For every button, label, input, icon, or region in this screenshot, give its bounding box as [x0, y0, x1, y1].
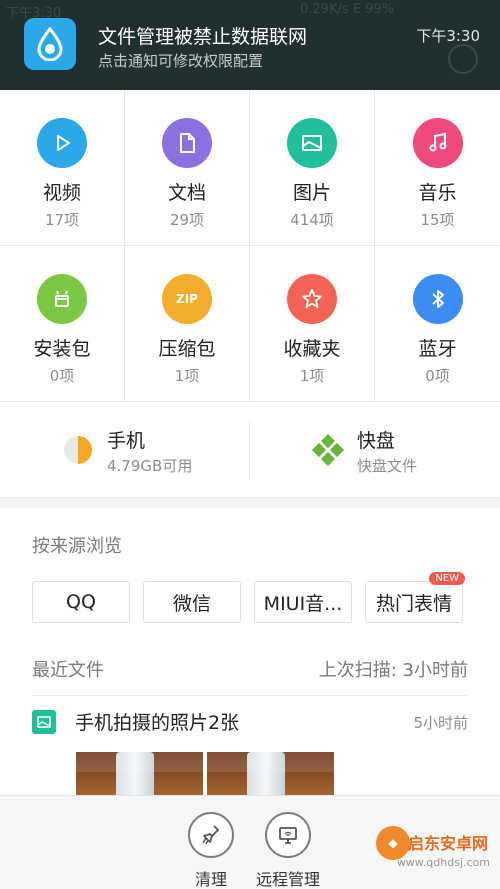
watermark-name: 启东安卓网	[407, 834, 488, 853]
recent-item-time: 5小时前	[413, 714, 468, 732]
storage-kuaipan-name: 快盘	[357, 430, 396, 452]
category-count: 414项	[290, 211, 334, 229]
source-chip-hot-emoji[interactable]: 热门表情 NEW	[365, 572, 465, 623]
watermark-url: www.qdhdsj.com	[396, 856, 490, 869]
category-count: 15项	[420, 211, 455, 229]
bottom-bar: 清理 远程管理 ◆ 启东安卓网 www.qdhdsj.com	[0, 795, 500, 889]
category-favorites[interactable]: 收藏夹 1项	[250, 246, 375, 402]
notification-time: 下午3:30	[416, 27, 480, 45]
search-icon	[448, 44, 478, 74]
category-video[interactable]: 视频 17项	[0, 90, 125, 246]
category-image[interactable]: 图片 414项	[250, 90, 375, 246]
document-icon	[162, 118, 212, 168]
zip-icon-text: ZIP	[176, 292, 198, 306]
remote-manage-button[interactable]: 远程管理	[248, 812, 328, 889]
clean-label: 清理	[194, 870, 227, 889]
category-count: 1项	[299, 367, 325, 385]
recent-header: 最近文件 上次扫描: 3小时前	[32, 656, 468, 696]
chip-label: 热门表情	[375, 592, 452, 615]
play-icon	[37, 118, 87, 168]
music-icon	[412, 118, 463, 168]
category-label: 收藏夹	[283, 338, 341, 360]
star-icon	[287, 274, 337, 324]
watermark-logo: ◆	[376, 826, 410, 860]
category-count: 1项	[174, 367, 200, 385]
storage-kuaipan-sub: 快盘文件	[357, 457, 418, 475]
source-title: 按来源浏览	[32, 536, 122, 557]
remote-manage-label: 远程管理	[255, 870, 320, 889]
source-chip-qq[interactable]: QQ	[32, 581, 130, 623]
storage-row: 手机 4.79GB可用 快盘 快盘文件	[0, 402, 500, 498]
category-document[interactable]: 文档 29项	[125, 90, 250, 246]
category-music[interactable]: 音乐 15项	[375, 90, 500, 246]
remote-monitor-icon	[265, 812, 311, 858]
notification-subtitle: 点击通知可修改权限配置	[98, 52, 264, 70]
source-chip-wechat[interactable]: 微信	[143, 581, 241, 623]
last-scan-text: 上次扫描: 3小时前	[318, 660, 468, 681]
category-label: 压缩包	[158, 338, 216, 360]
category-label: 视频	[42, 182, 81, 204]
storage-phone[interactable]: 手机 4.79GB可用	[0, 402, 249, 498]
notification-title: 文件管理被禁止数据联网	[98, 26, 308, 48]
source-section: 按来源浏览 QQ 微信 MIUI音... 热门表情 NEW 最近文件 上次扫描:…	[0, 508, 500, 808]
storage-pie-icon	[64, 436, 92, 464]
source-chips: QQ 微信 MIUI音... 热门表情 NEW	[32, 572, 465, 623]
category-label: 蓝牙	[418, 338, 457, 360]
broom-icon	[188, 812, 234, 858]
android-icon	[37, 274, 87, 324]
category-count: 17项	[44, 211, 80, 229]
category-count: 0项	[49, 367, 75, 385]
category-label: 音乐	[418, 182, 457, 204]
new-badge: NEW	[429, 572, 465, 585]
file-manager-app-icon	[24, 18, 76, 70]
zip-icon: ZIP	[162, 274, 212, 324]
category-label: 图片	[292, 182, 331, 204]
category-count: 29项	[169, 211, 205, 229]
recent-item-name: 手机拍摄的照片2张	[75, 712, 240, 734]
category-count: 0项	[425, 367, 450, 385]
category-zip[interactable]: ZIP 压缩包 1项	[125, 246, 250, 402]
image-icon	[287, 118, 337, 168]
bluetooth-icon	[412, 274, 463, 324]
recent-item[interactable]: 手机拍摄的照片2张 5小时前	[32, 708, 468, 740]
category-grid: 视频 17项 文档 29项 图片 414项 音乐 15项 安装包 0项 ZIP …	[0, 90, 500, 402]
category-label: 安装包	[33, 338, 91, 360]
status-bar-indicators-ghost: 0.29K/s E 99%	[300, 2, 394, 17]
clean-button[interactable]: 清理	[171, 812, 251, 889]
recent-title: 最近文件	[32, 660, 104, 681]
category-label: 文档	[167, 182, 206, 204]
storage-phone-free: 4.79GB可用	[107, 457, 193, 475]
storage-kuaipan[interactable]: 快盘 快盘文件	[250, 402, 500, 498]
source-chip-miui-music[interactable]: MIUI音...	[254, 581, 352, 623]
category-bluetooth[interactable]: 蓝牙 0项	[375, 246, 500, 402]
image-icon	[32, 710, 56, 734]
storage-phone-name: 手机	[107, 430, 146, 452]
notification-banner[interactable]: 下午3:30 0.29K/s E 99% 文件管理被禁止数据联网 点击通知可修改…	[0, 0, 500, 90]
category-apk[interactable]: 安装包 0项	[0, 246, 125, 402]
droplet-icon	[37, 27, 63, 61]
kuaipan-icon	[312, 434, 344, 466]
